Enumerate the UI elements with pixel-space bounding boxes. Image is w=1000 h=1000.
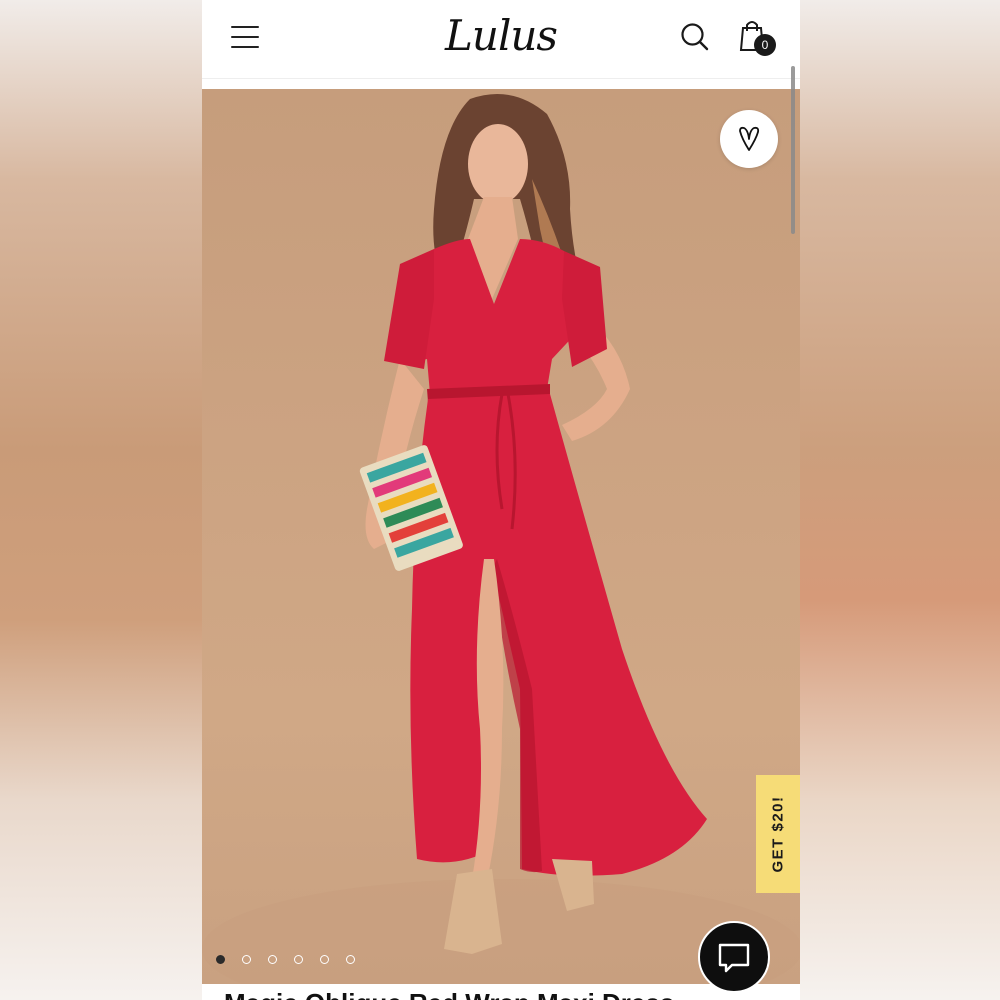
carousel-dot-1[interactable] <box>216 955 225 964</box>
background-blur-left <box>0 0 202 1000</box>
heart-icon <box>739 126 760 151</box>
carousel-dot-2[interactable] <box>242 955 251 964</box>
brand-logo[interactable]: Lulus <box>426 6 576 66</box>
background-blur-right <box>800 0 1000 1000</box>
carousel-dot-5[interactable] <box>320 955 329 964</box>
search-icon[interactable] <box>680 22 710 52</box>
chat-button[interactable] <box>698 921 770 993</box>
carousel-dot-6[interactable] <box>346 955 355 964</box>
chat-bubble-icon <box>718 943 750 973</box>
site-header: Lulus 0 <box>202 0 800 79</box>
mobile-viewport: Lulus 0 GET $20! <box>202 0 800 1000</box>
carousel-dot-3[interactable] <box>268 955 277 964</box>
carousel-dot-4[interactable] <box>294 955 303 964</box>
promo-tab-get-20[interactable]: GET $20! <box>756 775 800 893</box>
promo-label: GET $20! <box>769 795 787 873</box>
header-spacer <box>202 79 800 89</box>
wishlist-button[interactable] <box>720 110 778 168</box>
scrollbar[interactable] <box>791 66 795 234</box>
hamburger-menu-icon[interactable] <box>231 26 259 48</box>
product-title: Magic Oblique Red Wrap Maxi Dress <box>224 988 784 1000</box>
cart-count-badge: 0 <box>754 34 776 56</box>
product-image[interactable] <box>202 89 800 984</box>
